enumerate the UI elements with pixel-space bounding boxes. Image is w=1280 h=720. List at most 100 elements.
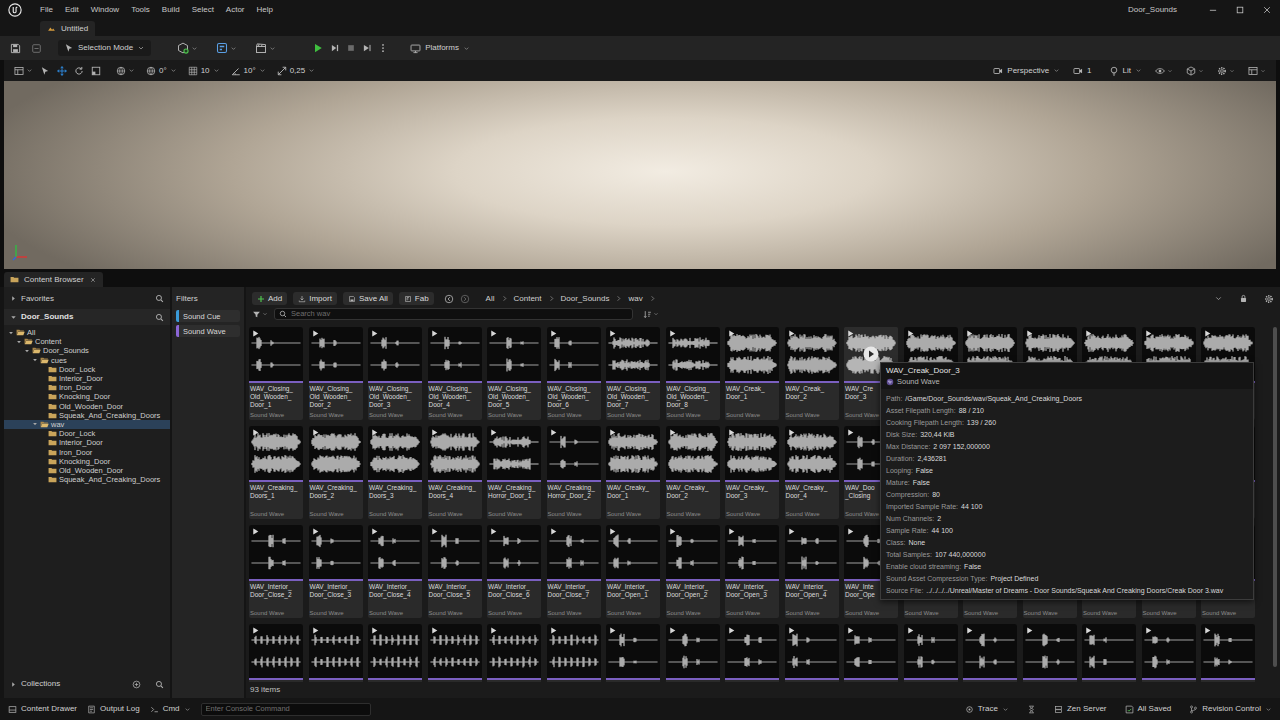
tree-item[interactable]: Door_Sounds — [4, 346, 170, 355]
asset-thumbnail[interactable] — [725, 426, 779, 480]
filter-chip[interactable]: Sound Cue — [176, 310, 240, 322]
snap-dropdown[interactable]: 0,25 — [277, 65, 316, 77]
play-sound-icon[interactable] — [370, 527, 379, 536]
tree-item[interactable]: Door_Lock — [4, 429, 170, 438]
asset-thumbnail[interactable] — [725, 624, 779, 678]
lock-button[interactable] — [1239, 294, 1248, 303]
asset-tile[interactable]: WAV_Creaky_Door_4Sound Wave — [785, 426, 839, 519]
play-sound-icon[interactable] — [489, 626, 498, 635]
asset-thumbnail[interactable] — [785, 426, 839, 480]
play-sound-icon[interactable] — [608, 329, 617, 338]
viewport-menu-button[interactable] — [14, 66, 33, 76]
play-sound-icon[interactable] — [906, 626, 915, 635]
asset-thumbnail[interactable] — [1142, 624, 1196, 678]
play-sound-icon[interactable] — [1084, 329, 1093, 338]
play-sound-icon[interactable] — [311, 527, 320, 536]
asset-tile[interactable]: WAV_Closing_Old_Wooden_Door_5Sound Wave — [487, 327, 541, 420]
transform-tool-button[interactable] — [91, 66, 101, 76]
play-sound-icon[interactable] — [370, 329, 379, 338]
asset-tile[interactable]: WAV_Creak_Door_2Sound Wave — [785, 327, 839, 420]
document-tab[interactable]: Untitled — [40, 21, 95, 36]
asset-thumbnail[interactable] — [606, 525, 660, 579]
speed-dropdown[interactable]: 1 — [1073, 65, 1091, 77]
asset-tile[interactable]: WAV_Closing_Old_Wooden_Door_6Sound Wave — [547, 327, 601, 420]
snap-dropdown[interactable]: 10° — [231, 65, 266, 77]
asset-thumbnail[interactable] — [368, 624, 422, 678]
asset-tile[interactable]: WAV_Interior_Door_Close_4Sound Wave — [368, 525, 422, 618]
asset-tile[interactable]: WAV_Interior_Door_Open_3Sound Wave — [725, 525, 779, 618]
asset-thumbnail[interactable] — [428, 327, 482, 381]
breadcrumb-item[interactable]: Door_Sounds — [561, 293, 610, 305]
tree-arrow[interactable] — [40, 394, 46, 400]
play-sound-icon[interactable] — [846, 626, 855, 635]
asset-tile[interactable]: WAV_Interior_Door_Open_2Sound Wave — [666, 525, 720, 618]
asset-thumbnail[interactable] — [309, 426, 363, 480]
filter-button[interactable] — [252, 310, 268, 319]
asset-tile[interactable]: WAV_Creaky_Door_2Sound Wave — [666, 426, 720, 519]
play-sound-icon[interactable] — [1203, 329, 1212, 338]
asset-thumbnail[interactable] — [1023, 624, 1077, 678]
history-dropdown[interactable] — [1214, 294, 1223, 303]
tree-arrow[interactable] — [40, 403, 46, 409]
viewport-option-button[interactable] — [1217, 66, 1235, 76]
status-button[interactable]: Cmd — [150, 703, 191, 715]
asset-tile[interactable]: WAV_Interior_Door_Close_5Sound Wave — [428, 525, 482, 618]
asset-thumbnail[interactable] — [963, 624, 1017, 678]
asset-tile[interactable]: WAV_Closing_Old_Wooden_Door_4Sound Wave — [428, 327, 482, 420]
asset-tile[interactable] — [606, 624, 660, 682]
play-sound-icon[interactable] — [430, 527, 439, 536]
tree-arrow[interactable] — [40, 412, 46, 418]
asset-tile[interactable]: WAV_Closing_Old_Wooden_Door_8Sound Wave — [666, 327, 720, 420]
play-sound-icon[interactable] — [549, 329, 558, 338]
viewport-option-button[interactable] — [1186, 66, 1204, 76]
skip-button[interactable] — [330, 43, 340, 53]
asset-tile[interactable] — [904, 624, 958, 682]
viewport-option-button[interactable] — [1248, 66, 1266, 76]
play-sound-icon[interactable] — [1203, 626, 1212, 635]
tree-arrow[interactable] — [40, 477, 46, 483]
platforms-dropdown[interactable]: Platforms — [410, 42, 470, 54]
status-button[interactable]: Zen Server — [1054, 703, 1107, 715]
play-sound-icon[interactable] — [489, 428, 498, 437]
breadcrumb-item[interactable]: All — [486, 293, 495, 305]
play-sound-icon[interactable] — [846, 428, 855, 437]
menu-item[interactable]: Window — [85, 4, 125, 16]
tree-item[interactable]: Knocking_Door — [4, 392, 170, 401]
asset-tile[interactable]: WAV_Creaky_Door_3Sound Wave — [725, 426, 779, 519]
play-button[interactable] — [312, 42, 324, 54]
play-sound-icon[interactable] — [668, 527, 677, 536]
browse-button[interactable] — [31, 43, 42, 54]
asset-thumbnail[interactable] — [487, 624, 541, 678]
asset-thumbnail[interactable] — [249, 426, 303, 480]
console-field[interactable] — [201, 703, 371, 716]
asset-tile[interactable] — [547, 624, 601, 682]
camera-dropdown[interactable]: Perspective — [993, 65, 1060, 77]
viewport-option-button[interactable] — [1155, 66, 1173, 76]
mode-dropdown[interactable]: Selection Mode — [58, 40, 151, 56]
asset-thumbnail[interactable] — [309, 624, 363, 678]
status-button[interactable]: Trace — [965, 703, 1036, 715]
menu-item[interactable]: Actor — [220, 4, 251, 16]
menu-item[interactable]: Help — [251, 4, 279, 16]
play-sound-icon[interactable] — [727, 527, 736, 536]
tree-item[interactable]: Old_Wooden_Door — [4, 402, 170, 411]
menu-item[interactable]: Build — [156, 4, 186, 16]
asset-thumbnail[interactable] — [547, 426, 601, 480]
tree-item[interactable]: Interior_Door — [4, 374, 170, 383]
asset-thumbnail[interactable] — [428, 426, 482, 480]
filter-chip[interactable]: Sound Wave — [176, 325, 240, 337]
asset-tile[interactable]: WAV_Interior_Door_Open_4Sound Wave — [785, 525, 839, 618]
asset-thumbnail[interactable] — [606, 327, 660, 381]
asset-thumbnail[interactable] — [428, 624, 482, 678]
viewport[interactable]: 0°1010°0,25Perspective1Lit — [0, 60, 1280, 269]
asset-thumbnail[interactable] — [309, 525, 363, 579]
back-button[interactable] — [444, 294, 454, 304]
play-sound-icon[interactable] — [311, 329, 320, 338]
play-sound-icon[interactable] — [965, 626, 974, 635]
asset-tile[interactable]: WAV_Creaking_Horror_Door_2Sound Wave — [547, 426, 601, 519]
stop-button[interactable] — [346, 43, 356, 53]
tree-item[interactable]: All — [4, 328, 170, 337]
asset-tile[interactable] — [368, 624, 422, 682]
view-mode-dropdown[interactable]: Lit — [1109, 65, 1142, 77]
blueprint-button[interactable] — [216, 42, 237, 54]
